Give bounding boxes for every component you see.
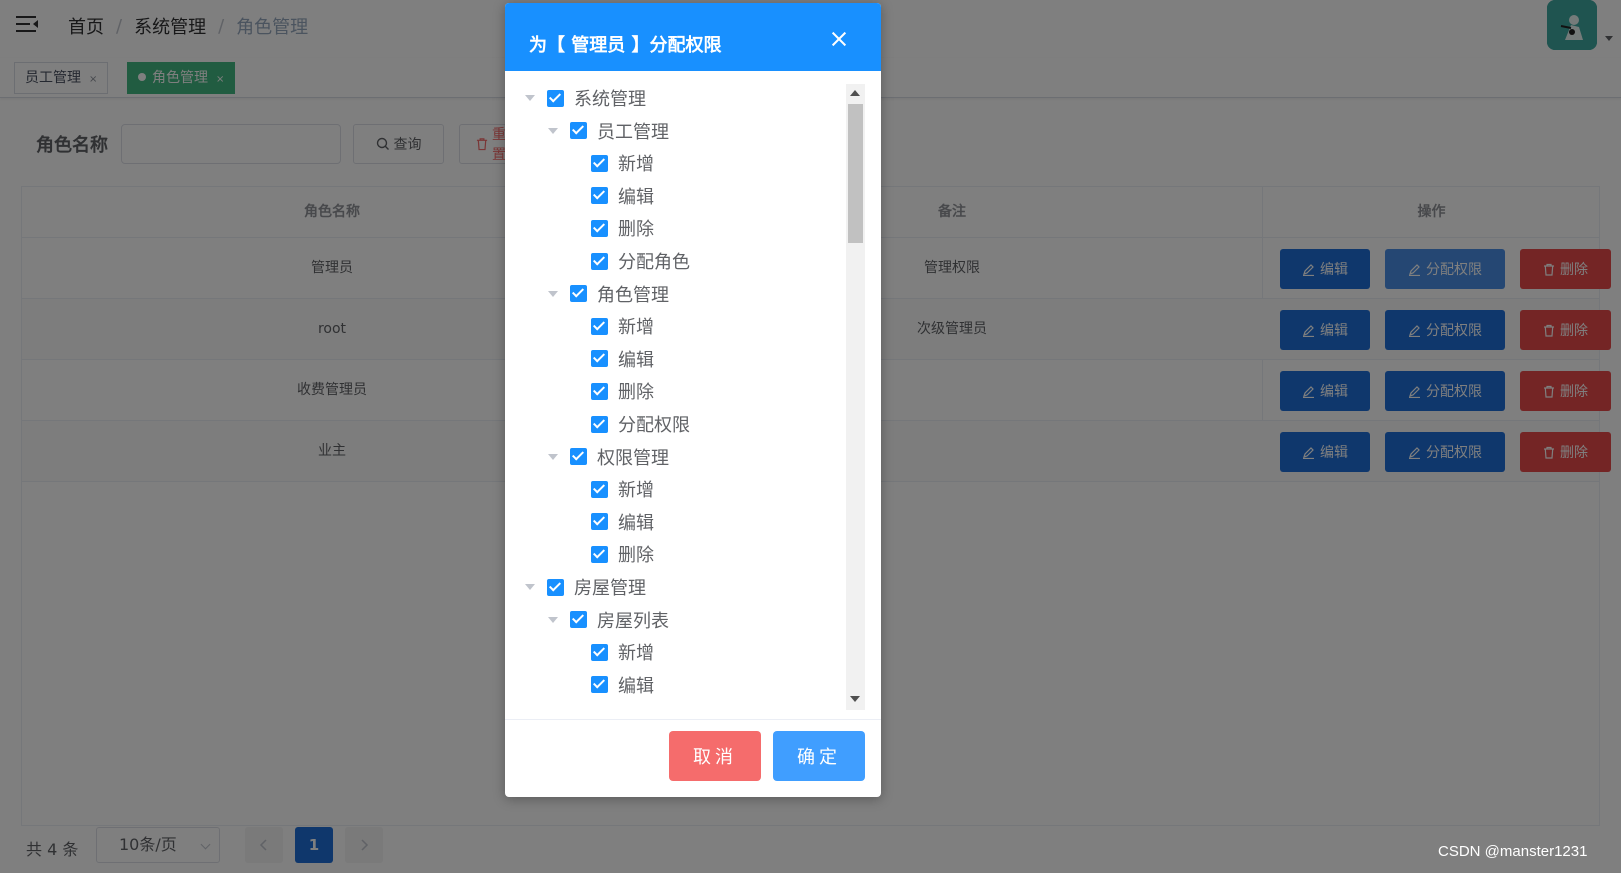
tree-node-label: 房屋列表 [597, 610, 669, 632]
tree-node-label: 系统管理 [574, 89, 646, 110]
close-icon[interactable] [831, 31, 847, 47]
checkbox-checked[interactable] [591, 187, 608, 205]
dialog-header: 为【 管理员 】分配权限 [505, 3, 881, 71]
scroll-down-icon[interactable] [850, 696, 860, 702]
tree-node-label: 员工管理 [597, 121, 669, 143]
tree-node-label: 编辑 [618, 675, 654, 697]
checkbox-checked[interactable] [591, 513, 608, 531]
tree-node-label: 新增 [618, 154, 654, 176]
checkbox-checked[interactable] [591, 643, 608, 661]
checkbox-checked[interactable] [591, 676, 608, 694]
tree-node[interactable]: 新增 [591, 473, 654, 505]
expand-caret-icon[interactable] [525, 95, 535, 101]
dialog-title: 为【 管理员 】分配权限 [529, 35, 722, 56]
tree-node-label: 角色管理 [597, 284, 669, 306]
tree-node[interactable]: 权限管理 [548, 441, 669, 473]
tree-node-label: 删除 [618, 382, 654, 404]
tree-node[interactable]: 房屋列表 [548, 604, 669, 636]
tree-node[interactable]: 编辑 [591, 180, 654, 212]
checkbox-checked[interactable] [570, 285, 587, 303]
tree-node-label: 新增 [618, 480, 654, 502]
tree-node[interactable]: 编辑 [591, 669, 654, 701]
tree-node[interactable]: 删除 [591, 538, 654, 570]
tree-node-label: 删除 [618, 219, 654, 241]
expand-caret-icon[interactable] [525, 584, 535, 590]
checkbox-checked[interactable] [591, 415, 608, 433]
tree-node-label: 房屋管理 [574, 578, 646, 599]
tree-node-label: 新增 [618, 643, 654, 665]
checkbox-checked[interactable] [591, 154, 608, 172]
checkbox-checked[interactable] [591, 219, 608, 237]
tree-node-label: 删除 [618, 545, 654, 567]
confirm-button[interactable]: 确定 [773, 731, 865, 781]
tree-node-label: 编辑 [618, 512, 654, 534]
checkbox-checked[interactable] [591, 317, 608, 335]
cancel-button[interactable]: 取消 [669, 731, 761, 781]
scroll-up-icon[interactable] [850, 90, 860, 96]
tree-node[interactable]: 删除 [591, 375, 654, 407]
tree-node[interactable]: 员工管理 [548, 115, 669, 147]
tree-node-label: 分配权限 [618, 415, 690, 436]
tree-node[interactable]: 新增 [591, 147, 654, 179]
expand-caret-icon[interactable] [548, 453, 558, 460]
tree-node[interactable]: 编辑 [591, 506, 654, 538]
tree-node-label: 权限管理 [597, 447, 669, 469]
tree-node[interactable]: 系统管理 [525, 82, 646, 114]
checkbox-checked[interactable] [591, 382, 608, 400]
permission-tree: 系统管理 员工管理 新增 编辑 删除 分配角色 角色管理 新增 编辑 删除 分配权限 权限管理 新增 编辑… [505, 82, 881, 712]
expand-caret-icon[interactable] [548, 290, 558, 297]
tree-node-label: 编辑 [618, 349, 654, 371]
tree-node[interactable]: 新增 [591, 310, 654, 342]
scrollbar-thumb[interactable] [848, 104, 863, 243]
checkbox-checked[interactable] [570, 611, 587, 629]
watermark: CSDN @manster1231 [1438, 843, 1588, 860]
tree-node[interactable]: 角色管理 [548, 278, 669, 310]
checkbox-checked[interactable] [591, 252, 608, 270]
expand-caret-icon[interactable] [548, 616, 558, 623]
tree-node[interactable]: 分配权限 [591, 408, 690, 440]
tree-node[interactable]: 房屋管理 [525, 571, 646, 603]
tree-node-label: 编辑 [618, 186, 654, 208]
checkbox-checked[interactable] [570, 122, 587, 140]
tree-node[interactable]: 分配角色 [591, 245, 690, 277]
assign-permission-dialog: 为【 管理员 】分配权限 系统管理 员工管理 新增 编辑 删除 分配角色 角色管理 新增 编辑删… [505, 3, 881, 797]
checkbox-checked[interactable] [591, 480, 608, 498]
checkbox-checked[interactable] [591, 350, 608, 368]
expand-caret-icon[interactable] [548, 127, 558, 134]
checkbox-checked[interactable] [570, 448, 587, 466]
tree-node[interactable]: 删除 [591, 212, 654, 244]
tree-node-label: 新增 [618, 317, 654, 339]
checkbox-checked[interactable] [591, 545, 608, 563]
checkbox-checked[interactable] [547, 89, 564, 107]
tree-node-label: 分配角色 [618, 252, 690, 273]
dialog-footer-divider [505, 719, 881, 720]
tree-node[interactable]: 编辑 [591, 343, 654, 375]
checkbox-checked[interactable] [547, 578, 564, 596]
tree-node[interactable]: 新增 [591, 636, 654, 668]
